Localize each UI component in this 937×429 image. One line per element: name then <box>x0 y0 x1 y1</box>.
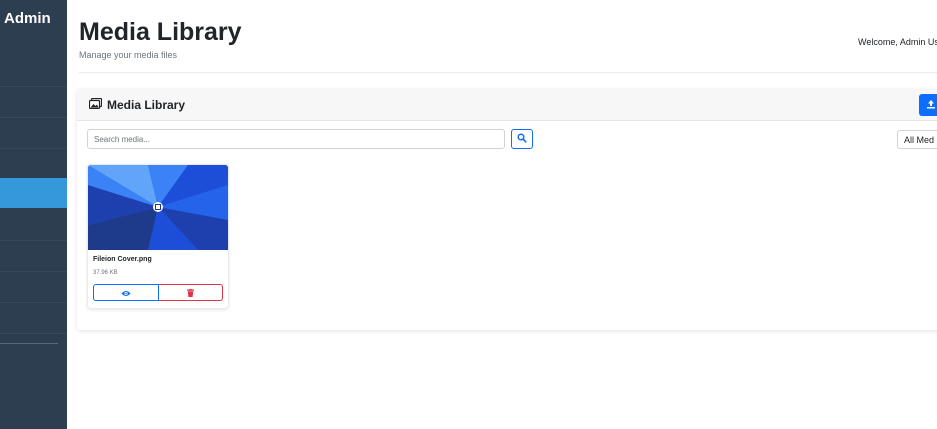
media-actions <box>93 284 223 301</box>
media-type-filter[interactable]: All Med <box>897 130 937 149</box>
header-divider <box>79 72 937 73</box>
welcome-text: Welcome, Admin Us <box>858 37 937 47</box>
delete-button[interactable] <box>158 284 223 302</box>
main-content: Media Library Manage your media files We… <box>67 0 937 429</box>
sidebar-item-1[interactable] <box>0 56 67 87</box>
media-file-name: Fileion Cover.png <box>93 256 152 263</box>
sidebar-divider <box>0 343 58 344</box>
sidebar-item-9[interactable] <box>0 303 67 334</box>
view-button[interactable] <box>93 284 159 301</box>
search-input[interactable] <box>87 129 505 149</box>
sidebar-brand: Admin <box>4 10 51 27</box>
page-title: Media Library <box>79 18 242 46</box>
card-title: Media Library <box>88 97 186 112</box>
sidebar-item-3[interactable] <box>0 118 67 149</box>
upload-icon <box>926 96 936 114</box>
sidebar-item-8[interactable] <box>0 272 67 303</box>
search-button[interactable] <box>511 129 533 149</box>
eye-icon <box>121 284 131 302</box>
sidebar-item-7[interactable] <box>0 241 67 272</box>
sidebar: Admin <box>0 0 67 429</box>
sidebar-item-2[interactable] <box>0 87 67 118</box>
card-header: Media Library <box>77 89 937 121</box>
media-library-card: Media Library All Med <box>77 89 937 330</box>
upload-button[interactable] <box>919 94 937 116</box>
card-title-text: Media Library <box>107 98 186 112</box>
search-icon <box>517 130 527 148</box>
media-item-card[interactable]: Fileion Cover.png 37.96 KB <box>87 164 229 309</box>
sidebar-item-6[interactable] <box>0 210 67 241</box>
media-file-size: 37.96 KB <box>93 270 118 276</box>
media-thumbnail <box>88 165 228 250</box>
sidebar-item-media-active[interactable] <box>0 178 67 208</box>
images-icon <box>88 97 103 112</box>
sidebar-item-4[interactable] <box>0 149 67 180</box>
trash-icon <box>186 284 194 302</box>
page-subtitle: Manage your media files <box>79 50 178 60</box>
